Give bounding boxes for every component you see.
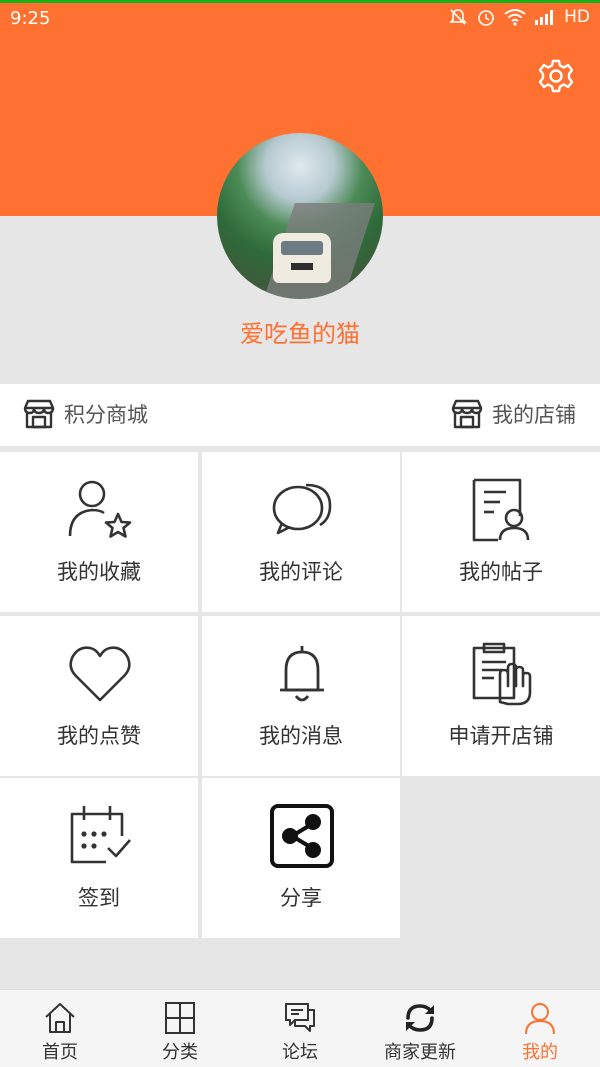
heart-icon [69, 646, 131, 702]
menu-item-messages[interactable]: 我的消息 [202, 616, 400, 776]
points-mall-label: 积分商城 [64, 403, 148, 427]
quick-links-bar: 积分商城 我的店铺 [0, 384, 600, 446]
tab-label: 分类 [162, 1042, 198, 1063]
tab-mine[interactable]: 我的 [480, 990, 600, 1067]
document-user-icon [472, 478, 530, 542]
menu-item-label: 申请开店铺 [448, 724, 554, 748]
my-shop-link[interactable]: 我的店铺 [450, 398, 576, 430]
tab-home[interactable]: 首页 [0, 990, 120, 1067]
store-icon [23, 399, 55, 429]
calendar-check-icon [70, 806, 131, 864]
gear-icon [538, 59, 574, 93]
refresh-icon [406, 1004, 434, 1032]
menu-item-favorites[interactable]: 我的收藏 [0, 452, 198, 612]
menu-item-label: 签到 [78, 886, 120, 910]
bell-icon [280, 646, 324, 702]
apply-hand-icon [472, 642, 532, 706]
menu-item-label: 分享 [280, 886, 322, 910]
bottom-tab-bar: 首页 分类 论坛 商家更新 我的 [0, 989, 600, 1067]
menu-item-posts[interactable]: 我的帖子 [402, 452, 600, 612]
status-bar: 9:25 HD [0, 0, 600, 34]
tab-label: 我的 [522, 1042, 558, 1063]
username[interactable]: 爱吃鱼的猫 [0, 314, 600, 349]
home-icon [45, 1003, 75, 1033]
status-icons: HD [448, 7, 590, 27]
category-grid-icon [165, 1002, 195, 1034]
menu-item-label: 我的点赞 [57, 724, 141, 748]
comment-bubbles-icon [272, 483, 332, 535]
my-shop-label: 我的店铺 [492, 403, 576, 427]
menu-item-likes[interactable]: 我的点赞 [0, 616, 198, 776]
store-icon [451, 399, 483, 429]
menu-item-label: 我的帖子 [459, 560, 543, 584]
tab-merchant-updates[interactable]: 商家更新 [360, 990, 480, 1067]
menu-item-checkin[interactable]: 签到 [0, 778, 198, 938]
points-mall-link[interactable]: 积分商城 [22, 398, 148, 430]
forum-icon [285, 1003, 315, 1032]
tab-label: 首页 [42, 1042, 78, 1063]
avatar-van [273, 233, 331, 283]
signal-icon [535, 10, 554, 25]
share-icon [270, 804, 334, 868]
tab-category[interactable]: 分类 [120, 990, 240, 1067]
person-icon [525, 1003, 555, 1035]
tab-label: 商家更新 [384, 1042, 456, 1063]
menu-item-share[interactable]: 分享 [202, 778, 400, 938]
alarm-icon [478, 10, 494, 26]
user-star-icon [68, 480, 132, 538]
menu-item-label: 我的收藏 [57, 560, 141, 584]
mute-icon [449, 9, 468, 25]
menu-item-label: 我的消息 [259, 724, 343, 748]
avatar[interactable] [217, 133, 383, 299]
status-time: 9:25 [10, 8, 51, 29]
tab-forum[interactable]: 论坛 [240, 990, 360, 1067]
wifi-icon [504, 9, 526, 26]
tab-label: 论坛 [282, 1042, 318, 1063]
menu-item-comments[interactable]: 我的评论 [202, 452, 400, 612]
settings-button[interactable] [538, 58, 574, 94]
menu-item-apply-shop[interactable]: 申请开店铺 [402, 616, 600, 776]
menu-item-label: 我的评论 [259, 560, 343, 584]
network-type: HD [564, 7, 590, 27]
